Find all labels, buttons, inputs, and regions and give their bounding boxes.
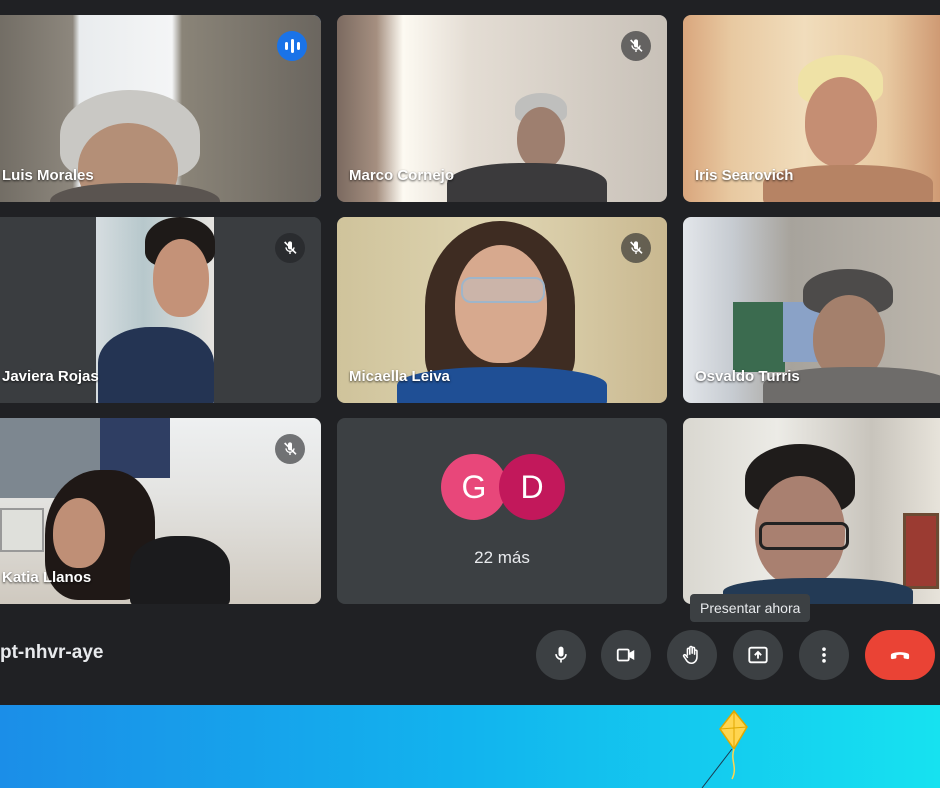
mic-off-icon — [275, 233, 305, 263]
meeting-code: pt-nhvr-aye — [0, 642, 104, 663]
participant-tile-micaella-leiva[interactable]: Micaella Leiva — [337, 217, 667, 403]
participant-name: Katia Llanos — [2, 569, 92, 586]
participant-tile-iris-searovich[interactable]: Iris Searovich — [683, 15, 940, 202]
more-options-button[interactable] — [799, 630, 849, 680]
more-participants-tile[interactable]: G D 22 más — [337, 418, 667, 604]
camera-button[interactable] — [601, 630, 651, 680]
call-end-icon — [890, 652, 910, 660]
participant-tile-marco-cornejo[interactable]: Marco Cornejo — [337, 15, 667, 202]
participant-name: Iris Searovich — [695, 167, 794, 184]
microphone-button[interactable] — [536, 630, 586, 680]
mic-icon — [555, 646, 567, 663]
desktop-wallpaper — [0, 705, 940, 788]
participant-name: Osvaldo Turris — [695, 368, 800, 385]
participant-tile-osvaldo-turris[interactable]: Osvaldo Turris — [683, 217, 940, 403]
more-participants-label: 22 más — [474, 548, 530, 567]
raise-hand-button[interactable] — [667, 630, 717, 680]
participant-name: Luis Morales — [2, 167, 94, 184]
present-screen-icon — [748, 646, 768, 664]
participant-name: Javiera Rojas — [2, 368, 99, 385]
avatar-stack: G D — [337, 454, 667, 520]
participant-tile-luis-morales[interactable]: Luis Morales — [0, 15, 321, 202]
present-now-button[interactable] — [733, 630, 783, 680]
participant-tile-katia-llanos[interactable]: Katia Llanos — [0, 418, 321, 604]
video-feed — [683, 418, 940, 604]
leave-call-button[interactable] — [865, 630, 935, 680]
mic-off-icon — [621, 233, 651, 263]
hand-icon — [682, 645, 698, 665]
participant-tile-javiera-rojas[interactable]: Javiera Rojas — [0, 217, 321, 403]
videocam-icon — [616, 648, 635, 662]
audio-level-icon — [277, 31, 307, 61]
avatar: G — [441, 454, 507, 520]
participant-name: Marco Cornejo — [349, 167, 455, 184]
mic-off-icon — [621, 31, 651, 61]
more-vert-icon — [822, 647, 826, 663]
present-now-tooltip: Presentar ahora — [690, 594, 811, 622]
kite-icon — [701, 709, 748, 788]
participant-name: Micaella Leiva — [349, 368, 450, 385]
participant-tile-unnamed[interactable] — [683, 418, 940, 604]
mic-off-icon — [275, 434, 305, 464]
meet-window: Luis Morales Marco Cornejo Iris Searovic… — [0, 0, 940, 705]
avatar: D — [499, 454, 565, 520]
